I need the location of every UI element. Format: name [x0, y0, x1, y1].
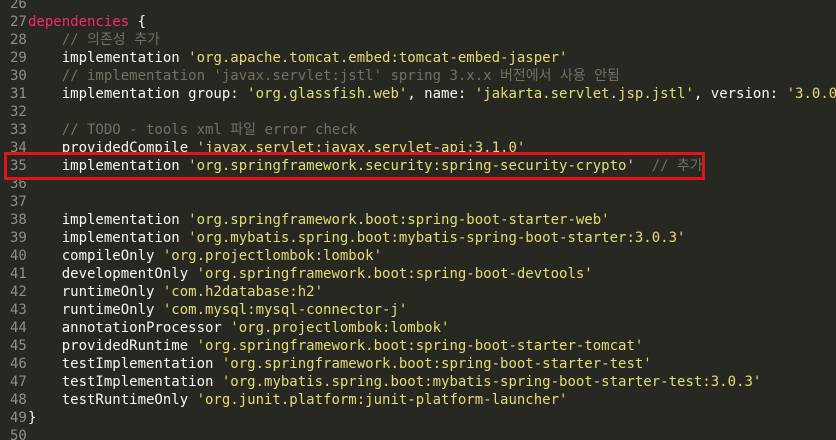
comment-token: // TODO - tools xml 파일 error check — [61, 122, 358, 138]
string-token: 'org.springframework.boot:spring-boot-st… — [196, 338, 644, 354]
code-line[interactable]: 49} — [0, 409, 836, 427]
code-line[interactable]: 26 — [0, 0, 836, 13]
code-token: compileOnly — [28, 248, 163, 264]
comment-token: // implementation 'javax.servlet:jstl' s… — [61, 68, 620, 84]
code-line[interactable]: 33 // TODO - tools xml 파일 error check — [0, 121, 836, 139]
code-line[interactable]: 34 providedCompile 'javax.servlet:javax.… — [0, 139, 836, 157]
code-token: providedRuntime — [28, 338, 197, 354]
line-number: 34 — [10, 140, 27, 156]
code-line[interactable]: 40 compileOnly 'org.projectlombok:lombok… — [0, 247, 836, 265]
comment-token: // 추가 — [651, 158, 703, 174]
code-token: implementation — [28, 50, 189, 66]
code-line[interactable]: 46 testImplementation 'org.springframewo… — [0, 355, 836, 373]
string-token: 'org.glassfish.web' — [247, 86, 408, 102]
string-token: 'org.projectlombok:lombok' — [230, 320, 450, 336]
line-number: 36 — [10, 176, 27, 192]
line-number: 44 — [10, 320, 27, 336]
code-line[interactable]: 39 implementation 'org.mybatis.spring.bo… — [0, 229, 836, 247]
code-line[interactable]: 31 implementation group: 'org.glassfish.… — [0, 85, 836, 103]
line-number: 41 — [10, 266, 27, 282]
string-token: 'org.springframework.boot:spring-boot-de… — [196, 266, 593, 282]
string-token: 'jakarta.servlet.jsp.jstl' — [474, 86, 694, 102]
line-number: 31 — [10, 86, 27, 102]
code-line[interactable]: 30 // implementation 'javax.servlet:jstl… — [0, 67, 836, 85]
code-line[interactable]: 42 runtimeOnly 'com.h2database:h2' — [0, 283, 836, 301]
code-line[interactable]: 44 annotationProcessor 'org.projectlombo… — [0, 319, 836, 337]
code-line[interactable]: 27dependencies { — [0, 13, 836, 31]
comment-token: // 의존성 추가 — [61, 32, 160, 48]
code-token: implementation — [28, 212, 189, 228]
code-token: , name: — [407, 86, 475, 102]
text-cursor — [702, 158, 704, 174]
code-token: runtimeOnly — [28, 302, 163, 318]
line-number: 43 — [10, 302, 27, 318]
code-line[interactable]: 50 — [0, 427, 836, 440]
line-number: 42 — [10, 284, 27, 300]
line-number: 47 — [10, 374, 27, 390]
code-token: implementation group: — [28, 86, 248, 102]
code-line[interactable]: 36 — [0, 175, 836, 193]
code-token: annotationProcessor — [28, 320, 231, 336]
string-token: 'org.springframework.boot:spring-boot-st… — [188, 212, 610, 228]
code-editor[interactable]: 26 27dependencies {28 // 의존성 추가 29 impleme… — [0, 0, 836, 440]
code-line[interactable]: 32 — [0, 103, 836, 121]
code-token: implementation — [28, 230, 189, 246]
line-number: 50 — [10, 428, 27, 440]
line-number: 35 — [10, 158, 27, 174]
line-number: 29 — [10, 50, 27, 66]
code-line[interactable]: 38 implementation 'org.springframework.b… — [0, 211, 836, 229]
string-token: 'org.apache.tomcat.embed:tomcat-embed-ja… — [188, 50, 568, 66]
line-number: 48 — [10, 392, 27, 408]
code-line[interactable]: 47 testImplementation 'org.mybatis.sprin… — [0, 373, 836, 391]
code-token: testRuntimeOnly — [28, 392, 197, 408]
code-token: providedCompile — [28, 140, 197, 156]
line-number: 27 — [10, 14, 27, 30]
line-number: 38 — [10, 212, 27, 228]
string-token: '3.0.0' — [786, 86, 836, 102]
code-token: testImplementation — [28, 356, 222, 372]
line-number: 33 — [10, 122, 27, 138]
code-line[interactable]: 35 implementation 'org.springframework.s… — [0, 157, 836, 175]
line-number: 49 — [10, 410, 27, 426]
string-token: 'org.junit.platform:junit-platform-launc… — [196, 392, 568, 408]
code-token: dependencies — [28, 14, 130, 30]
code-token: runtimeOnly — [28, 284, 163, 300]
string-token: 'com.h2database:h2' — [162, 284, 324, 300]
line-number: 37 — [10, 194, 27, 210]
code-line[interactable]: 28 // 의존성 추가 — [0, 31, 836, 49]
code-token: developmentOnly — [28, 266, 197, 282]
line-number: 30 — [10, 68, 27, 84]
code-token: implementation — [28, 158, 189, 174]
line-number: 45 — [10, 338, 27, 354]
line-number: 32 — [10, 104, 27, 120]
code-token: } — [28, 410, 37, 426]
line-number: 46 — [10, 356, 27, 372]
code-token: testImplementation — [28, 374, 222, 390]
code-token: { — [129, 14, 147, 30]
string-token: 'org.springframework.boot:spring-boot-st… — [221, 356, 652, 372]
line-number: 28 — [10, 32, 27, 48]
code-line[interactable]: 45 providedRuntime 'org.springframework.… — [0, 337, 836, 355]
line-number: 26 — [10, 0, 27, 12]
string-token: 'org.projectlombok:lombok' — [162, 248, 383, 264]
code-line[interactable]: 48 testRuntimeOnly 'org.junit.platform:j… — [0, 391, 836, 409]
code-token: , version: — [693, 86, 787, 102]
code-line[interactable]: 43 runtimeOnly 'com.mysql:mysql-connecto… — [0, 301, 836, 319]
line-number: 40 — [10, 248, 27, 264]
code-line[interactable]: 41 developmentOnly 'org.springframework.… — [0, 265, 836, 283]
string-token: 'org.mybatis.spring.boot:mybatis-spring-… — [188, 230, 686, 246]
string-token: 'javax.servlet:javax.servlet-api:3.1.0' — [196, 140, 526, 156]
string-token: 'com.mysql:mysql-connector-j' — [162, 302, 408, 318]
line-number: 39 — [10, 230, 27, 246]
code-line[interactable]: 37 — [0, 193, 836, 211]
string-token: 'org.springframework.security:spring-sec… — [188, 158, 635, 174]
string-token: 'org.mybatis.spring.boot:mybatis-spring-… — [221, 374, 762, 390]
code-line[interactable]: 29 implementation 'org.apache.tomcat.emb… — [0, 49, 836, 67]
